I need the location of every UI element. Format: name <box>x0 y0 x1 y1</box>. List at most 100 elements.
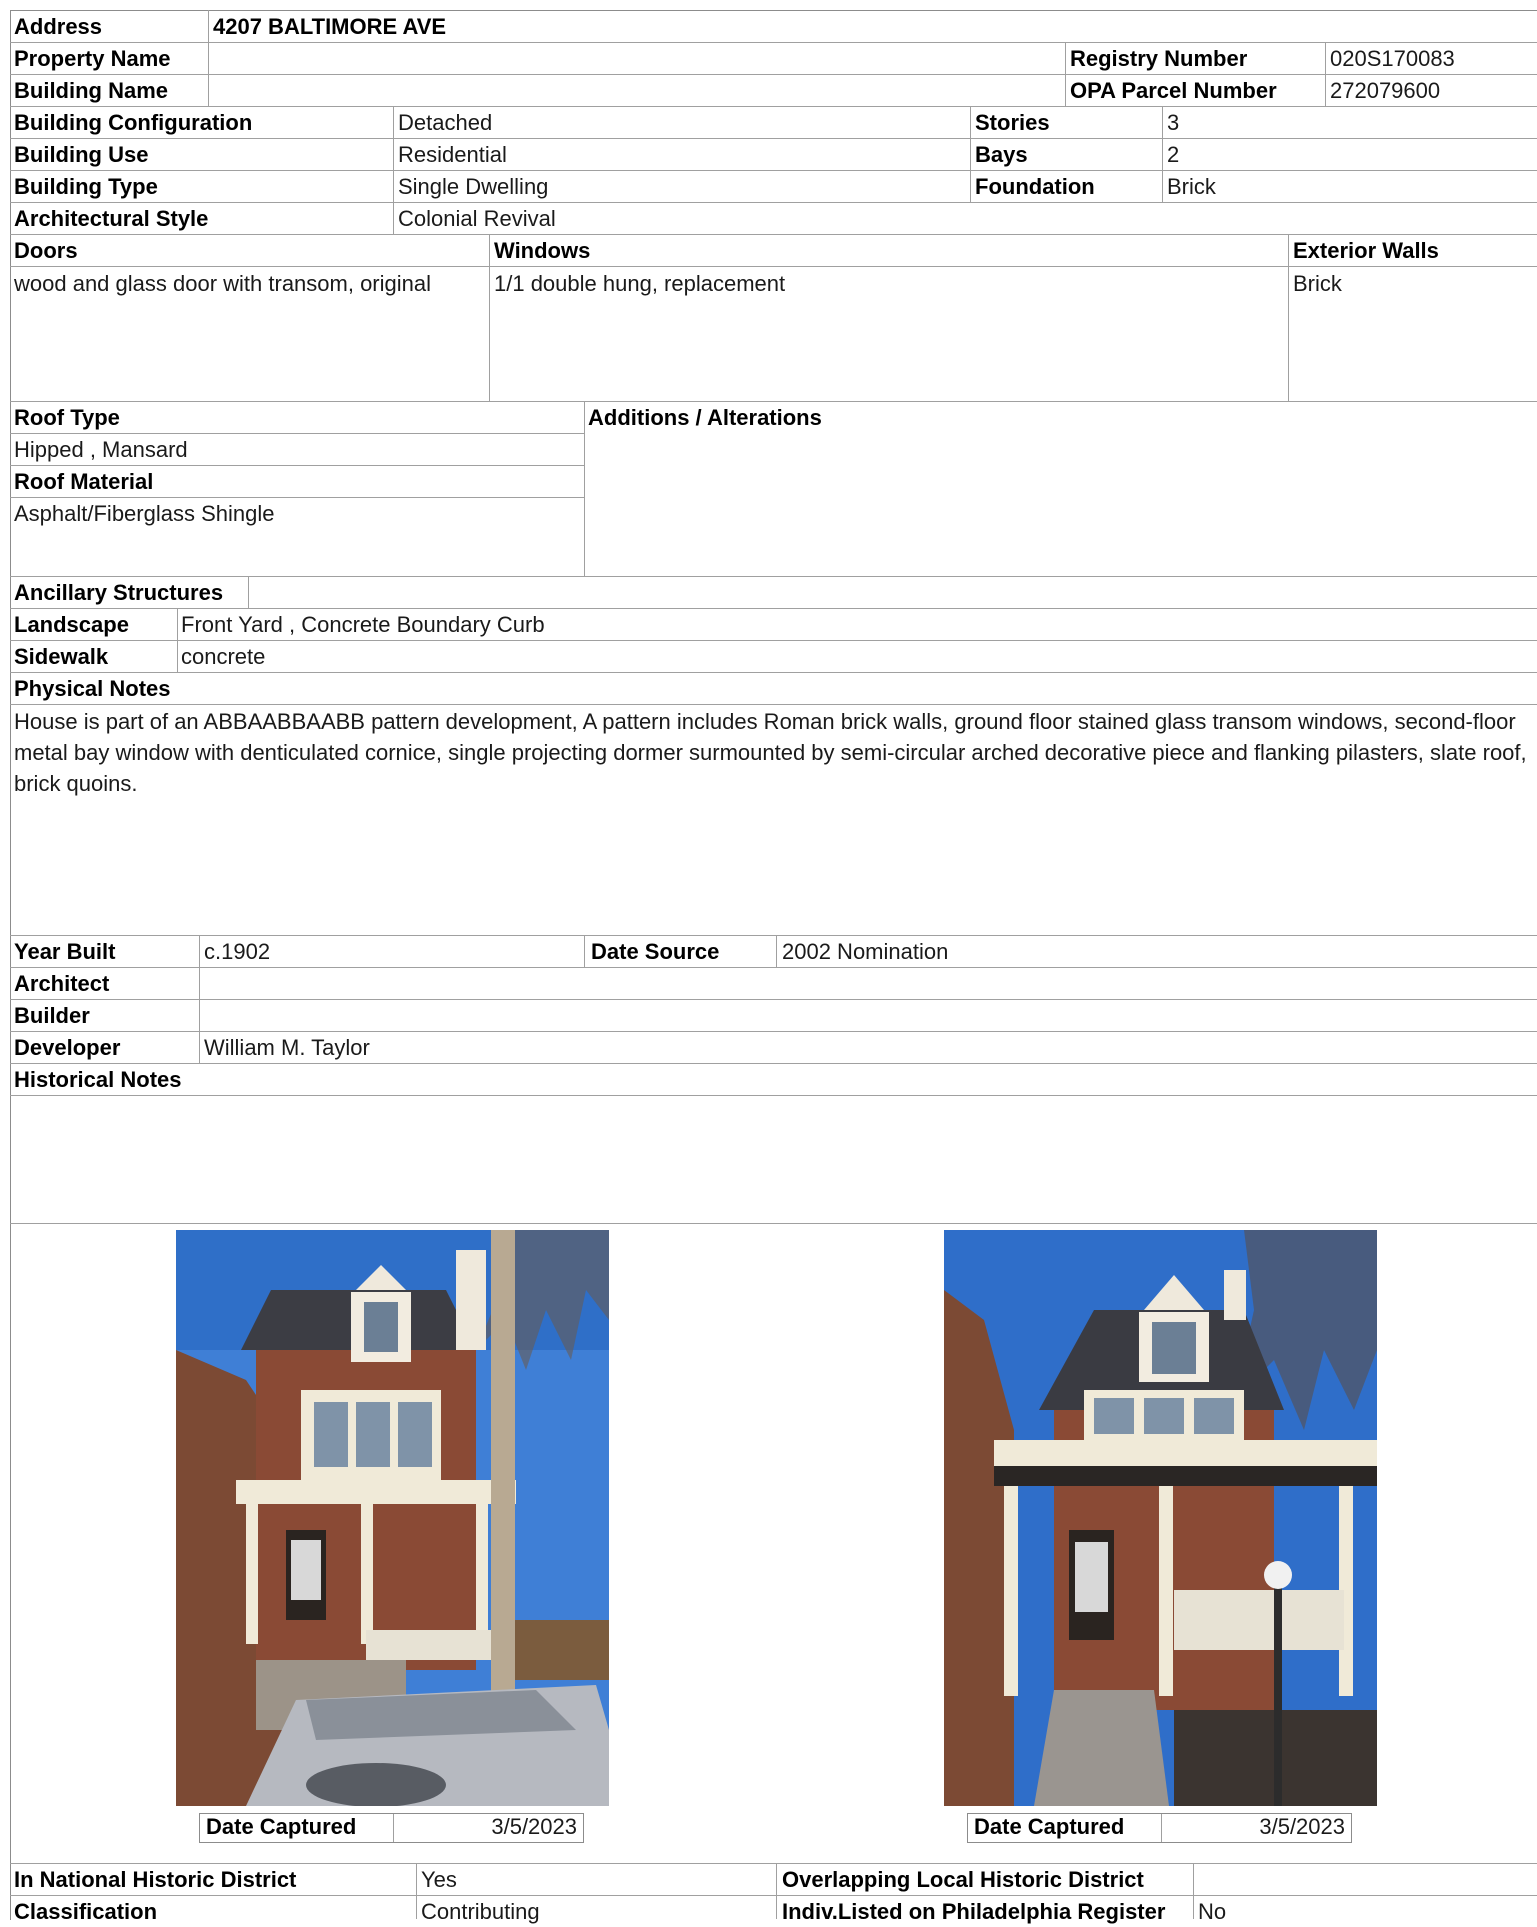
row-divider <box>10 999 1537 1000</box>
caption-divider <box>393 1814 394 1842</box>
row-divider <box>10 1095 1537 1096</box>
date-captured-value: 3/5/2023 <box>491 1814 577 1839</box>
additions-label: Additions / Alterations <box>588 405 822 430</box>
building-photo <box>176 1230 609 1806</box>
date-source-value: 2002 Nomination <box>782 939 949 964</box>
roof-material-value: Asphalt/Fiberglass Shingle <box>14 501 275 526</box>
col-divider <box>776 1863 777 1919</box>
local-district-label: Overlapping Local Historic District <box>782 1867 1144 1892</box>
row-divider <box>10 1223 1537 1224</box>
row-divider <box>10 640 1537 641</box>
date-source-label: Date Source <box>591 939 720 964</box>
row-divider <box>10 704 1537 705</box>
developer-label: Developer <box>14 1035 121 1060</box>
col-divider <box>1193 1863 1194 1919</box>
col-divider <box>393 106 394 234</box>
builder-label: Builder <box>14 1003 90 1028</box>
row-divider <box>10 1863 1537 1864</box>
registry-number-value: 020S170083 <box>1330 46 1455 71</box>
row-divider <box>10 42 1537 43</box>
col-divider <box>177 608 178 672</box>
row-divider <box>10 234 1537 235</box>
row-divider <box>10 266 1537 267</box>
col-divider <box>489 234 490 401</box>
exterior-walls-value: Brick <box>1293 271 1342 296</box>
date-captured-value: 3/5/2023 <box>1259 1814 1345 1839</box>
row-divider <box>10 138 1537 139</box>
col-divider <box>1325 42 1326 106</box>
sidewalk-label: Sidewalk <box>14 644 109 669</box>
row-divider <box>10 465 584 466</box>
col-divider <box>248 576 249 608</box>
bays-value: 2 <box>1167 142 1180 167</box>
bays-label: Bays <box>975 142 1028 167</box>
row-divider <box>10 433 584 434</box>
photo-caption: Date Captured 3/5/2023 <box>199 1813 584 1843</box>
date-captured-label: Date Captured <box>974 1814 1125 1839</box>
physical-notes-label: Physical Notes <box>14 676 171 701</box>
row-divider <box>10 74 1537 75</box>
registry-number-label: Registry Number <box>1070 46 1248 71</box>
col-divider <box>584 935 585 967</box>
row-divider <box>10 1063 1537 1064</box>
stories-label: Stories <box>975 110 1050 135</box>
building-type-label: Building Type <box>14 174 158 199</box>
opa-parcel-label: OPA Parcel Number <box>1070 78 1277 103</box>
row-divider <box>10 608 1537 609</box>
classification-label: Classification <box>14 1899 158 1924</box>
historical-notes-label: Historical Notes <box>14 1067 182 1092</box>
col-divider <box>1162 106 1163 202</box>
building-type-value: Single Dwelling <box>398 174 549 199</box>
architectural-style-value: Colonial Revival <box>398 206 556 231</box>
roof-material-label: Roof Material <box>14 469 154 494</box>
date-captured-label: Date Captured <box>206 1814 357 1839</box>
property-name-label: Property Name <box>14 46 171 71</box>
col-divider <box>1288 234 1289 401</box>
stories-value: 3 <box>1167 110 1180 135</box>
physical-notes-text: House is part of an ABBAABBAABB pattern … <box>14 709 1527 796</box>
sidewalk-value: concrete <box>181 644 266 669</box>
building-photo <box>944 1230 1377 1806</box>
configuration-value: Detached <box>398 110 493 135</box>
col-divider <box>584 401 585 576</box>
building-use-value: Residential <box>398 142 507 167</box>
classification-value: Contributing <box>421 1899 540 1924</box>
landscape-value: Front Yard , Concrete Boundary Curb <box>181 612 545 637</box>
architect-label: Architect <box>14 971 110 996</box>
windows-label: Windows <box>494 238 591 263</box>
developer-value: William M. Taylor <box>204 1035 370 1060</box>
row-divider <box>10 576 1537 577</box>
roof-type-label: Roof Type <box>14 405 120 430</box>
col-divider <box>199 935 200 1063</box>
row-divider <box>10 672 1537 673</box>
landscape-label: Landscape <box>14 612 129 637</box>
row-divider <box>10 497 584 498</box>
roof-type-value: Hipped , Mansard <box>14 437 188 462</box>
row-divider <box>10 401 1537 402</box>
caption-divider <box>1161 1814 1162 1842</box>
row-divider <box>10 935 1537 936</box>
row-divider <box>10 1895 1537 1896</box>
national-district-value: Yes <box>421 1867 457 1892</box>
ancillary-structures-label: Ancillary Structures <box>14 580 224 605</box>
national-district-label: In National Historic District <box>14 1867 297 1892</box>
row-divider <box>10 202 1537 203</box>
configuration-label: Building Configuration <box>14 110 253 135</box>
indiv-listed-label: Indiv.Listed on Philadelphia Register <box>782 1899 1166 1924</box>
col-divider <box>776 935 777 967</box>
col-divider <box>208 10 209 106</box>
col-divider <box>970 106 971 202</box>
opa-parcel-value: 272079600 <box>1330 78 1441 103</box>
row-divider <box>10 967 1537 968</box>
row-divider <box>10 106 1537 107</box>
row-divider <box>10 170 1537 171</box>
col-divider <box>416 1863 417 1919</box>
foundation-value: Brick <box>1167 174 1216 199</box>
year-built-value: c.1902 <box>204 939 271 964</box>
doors-value: wood and glass door with transom, origin… <box>14 271 432 296</box>
col-divider <box>1065 42 1066 106</box>
photo-caption: Date Captured 3/5/2023 <box>967 1813 1352 1843</box>
building-use-label: Building Use <box>14 142 149 167</box>
windows-value: 1/1 double hung, replacement <box>494 271 786 296</box>
doors-label: Doors <box>14 238 78 263</box>
